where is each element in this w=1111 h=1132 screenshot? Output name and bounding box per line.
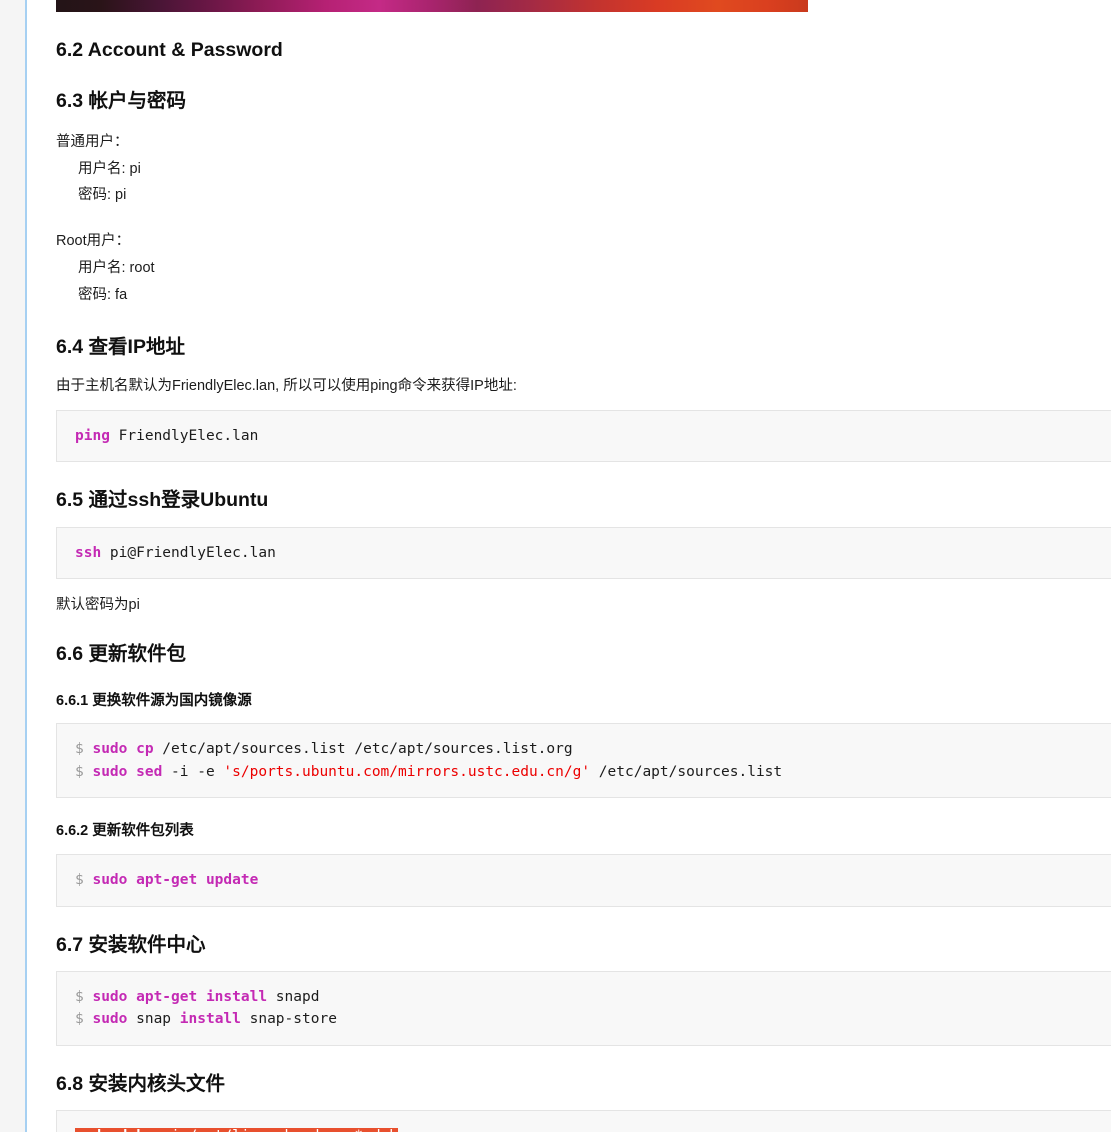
- code-prompt: $: [75, 872, 93, 889]
- code-prompt: $: [75, 763, 93, 780]
- code-string: 's/ports.ubuntu.com/mirrors.ustc.edu.cn/…: [223, 763, 591, 780]
- code-keyword: sudo apt-get update: [92, 872, 259, 889]
- code-arg: FriendlyElec.lan: [109, 427, 259, 444]
- code-keyword: sudo: [92, 1011, 128, 1028]
- code-arg: -i -e: [162, 763, 224, 780]
- heading-6-3: 6.3 帐户与密码: [56, 90, 187, 113]
- heading-6-6-1: 6.6.1 更换软件源为国内镜像源: [56, 692, 252, 709]
- code-block-ping[interactable]: ping FriendlyElec.lan: [56, 409, 1111, 463]
- code-arg: /etc/apt/sources.list: [590, 763, 783, 780]
- code-keyword: sudo apt-get install: [92, 989, 268, 1005]
- root-username: 用户名: root: [78, 259, 155, 276]
- code-arg: snapd: [267, 989, 320, 1005]
- left-gutter: [0, 0, 25, 1132]
- code-arg: pi@FriendlyElec.lan: [101, 544, 276, 561]
- heading-6-6: 6.6 更新软件包: [56, 643, 187, 666]
- heading-6-7: 6.7 安装软件中心: [56, 933, 206, 956]
- account-credentials: 普通用户： 用户名: pi 密码: pi Root用户： 用户名: root 密…: [56, 129, 1111, 309]
- normal-password: 密码: pi: [78, 187, 127, 204]
- code-prompt: $: [75, 741, 93, 758]
- heading-6-5: 6.5 通过ssh登录Ubuntu: [56, 489, 269, 512]
- code-block-install-snap-store[interactable]: $ sudo apt-get install snapd $ sudo snap…: [56, 971, 1111, 1046]
- code-block-apt-update[interactable]: $ sudo apt-get update: [56, 854, 1111, 907]
- banner-image: [56, 0, 1111, 12]
- document-page: 6.2 Account & Password 6.3 帐户与密码 普通用户： 用…: [0, 0, 1111, 1132]
- code-arg: -i /opt/linux-headers-*.deb: [154, 1128, 398, 1132]
- document-content: 6.2 Account & Password 6.3 帐户与密码 普通用户： 用…: [27, 0, 1111, 1132]
- code-keyword: ssh: [75, 544, 102, 561]
- root-password: 密码: fa: [78, 286, 128, 303]
- code-arg: snap: [127, 1011, 180, 1028]
- normal-user-label: 普通用户：: [56, 133, 129, 150]
- paragraph-6-4: 由于主机名默认为FriendlyElec.lan, 所以可以使用ping命令来获…: [56, 377, 517, 394]
- code-prompt: $: [75, 989, 93, 1005]
- code-keyword: ping: [75, 427, 110, 444]
- selected-text-highlight[interactable]: sudo dpkg -i /opt/linux-headers-*.deb: [75, 1128, 399, 1132]
- heading-6-8: 6.8 安装内核头文件: [56, 1072, 226, 1095]
- code-keyword: sudo sed: [92, 763, 163, 780]
- normal-username: 用户名: pi: [78, 160, 141, 177]
- code-keyword: sudo cp: [92, 741, 154, 758]
- code-block-install-kernel-headers[interactable]: sudo dpkg -i /opt/linux-headers-*.deb: [56, 1110, 1111, 1132]
- code-block-ssh[interactable]: ssh pi@FriendlyElec.lan: [56, 526, 1111, 580]
- note-default-password: 默认密码为pi: [56, 597, 140, 614]
- code-block-change-mirror[interactable]: $ sudo cp /etc/apt/sources.list /etc/apt…: [56, 723, 1111, 799]
- ubuntu-gradient-banner: [56, 0, 808, 12]
- code-arg: /etc/apt/sources.list /etc/apt/sources.l…: [153, 741, 573, 758]
- code-keyword: install: [179, 1011, 241, 1028]
- heading-6-4: 6.4 查看IP地址: [56, 335, 185, 358]
- heading-6-6-2: 6.6.2 更新软件包列表: [56, 823, 194, 840]
- code-prompt: $: [75, 1011, 93, 1028]
- heading-6-2: 6.2 Account & Password: [56, 39, 283, 61]
- root-user-label: Root用户：: [56, 233, 131, 250]
- credential-spacer: [56, 209, 1111, 228]
- code-arg: snap-store: [240, 1011, 337, 1028]
- code-keyword: sudo dpkg: [75, 1128, 154, 1132]
